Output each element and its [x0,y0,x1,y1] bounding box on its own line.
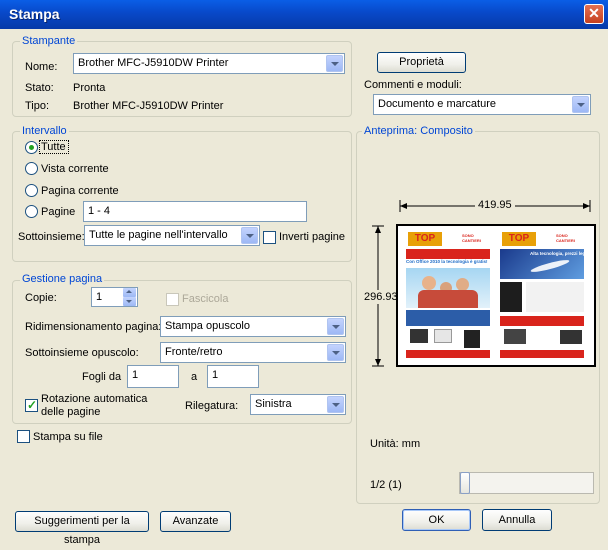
sheets-from-input[interactable]: 1 [127,365,179,388]
product-tower [500,282,522,312]
sheets-to-label: a [191,371,198,383]
page-slider[interactable] [459,472,594,494]
preview-right-page: TOP SONO CANTIERI Alta tecnologia, prezz… [498,230,586,360]
range-group-label: Intervallo [20,125,69,137]
radio-current-view-label[interactable]: Vista corrente [41,163,109,175]
window-title: Stampa [9,6,60,22]
printer-name-label: Nome: [25,61,58,73]
spec-text [526,282,584,312]
product-monitor [504,329,526,344]
subset-value: Tutte le pagine nell'intervallo [89,229,228,241]
sheets-to-value: 1 [212,369,219,381]
sheets-from-value: 1 [132,369,139,381]
reverse-pages-checkbox[interactable] [263,231,276,244]
top-logo: TOP [502,232,536,246]
chevron-down-icon[interactable] [572,96,589,113]
booklet-subset-select[interactable]: Fronte/retro [160,342,346,363]
reverse-pages-label[interactable]: Inverti pagine [279,231,345,243]
pages-input[interactable]: 1 - 4 [83,201,307,222]
copies-value: 1 [96,291,103,303]
radio-pages[interactable] [25,205,38,218]
close-icon[interactable]: ✕ [584,4,604,24]
printer-type-label: Tipo: [25,100,50,112]
comments-label: Commenti e moduli: [364,79,462,91]
print-tips-button[interactable]: Suggerimenti per la stampa [15,511,149,546]
footer-band [406,350,490,358]
radio-current-page[interactable] [25,184,38,197]
preview-group-label: Anteprima: Composito [362,125,475,137]
chevron-down-icon[interactable] [326,55,343,72]
binding-label: Rilegatura: [185,400,239,412]
pages-input-value: 1 - 4 [88,205,111,217]
product-laptop [410,329,428,343]
ok-button[interactable]: OK [402,509,471,531]
chevron-down-icon[interactable] [241,227,258,244]
product-laptop [560,330,582,344]
comments-select[interactable]: Documento e marcature [373,94,591,115]
family-photo [406,268,490,308]
units-label: Unità: mm [370,438,421,450]
binding-value: Sinistra [255,398,292,410]
booklet-subset-label: Sottoinsieme opuscolo: [25,347,139,359]
copies-label: Copie: [25,292,57,304]
printer-status-label: Stato: [25,82,54,94]
comments-value: Documento e marcature [378,98,496,110]
focus-rect [39,140,69,154]
page-indicator: 1/2 (1) [370,479,402,491]
preview-sheet: TOP SONO CANTIERI Con Office 2010 la tec… [396,224,596,367]
auto-rotate-checkbox[interactable] [25,398,38,412]
scaling-select[interactable]: Stampa opuscolo [160,316,346,337]
title-bar [0,0,608,29]
spin-up-icon[interactable] [123,288,136,297]
chevron-down-icon[interactable] [327,344,344,361]
page-slider-thumb[interactable] [460,472,470,494]
subset-label: Sottoinsieme: [18,231,85,243]
chevron-down-icon[interactable] [327,396,344,413]
promo-band [406,310,490,326]
binding-select[interactable]: Sinistra [250,394,346,415]
chevron-down-icon[interactable] [327,318,344,335]
promo-badge: SONO CANTIERI [556,233,575,243]
sheets-to-input[interactable]: 1 [207,365,259,388]
radio-current-view[interactable] [25,162,38,175]
radio-all[interactable] [25,141,38,154]
scaling-label: Ridimensionamento pagina: [25,321,162,333]
preview-width-dim: 419.95 [475,199,515,211]
page-handling-group-label: Gestione pagina [20,273,105,285]
cancel-button[interactable]: Annulla [482,509,552,531]
collate-label: Fascicola [182,293,229,305]
printer-name-select[interactable]: Brother MFC-J5910DW Printer [73,53,345,74]
radio-current-page-label[interactable]: Pagina corrente [41,185,119,197]
advanced-button[interactable]: Avanzate [160,511,231,532]
preview-left-page: TOP SONO CANTIERI Con Office 2010 la tec… [404,230,492,360]
preview-height-dim: 296.93 [364,290,398,304]
copies-stepper[interactable]: 1 [91,287,138,307]
print-to-file-label[interactable]: Stampa su file [33,431,103,443]
collate-checkbox[interactable] [166,293,179,306]
booklet-subset-value: Fronte/retro [165,346,223,358]
scaling-value: Stampa opuscolo [165,320,250,332]
header-text: Con Office 2010 la tecnologia è gratis! [406,259,488,264]
auto-rotate-label-line1[interactable]: Rotazione automatica [41,393,147,405]
header-band [406,249,490,259]
promo-band [500,316,584,326]
sheets-from-label: Fogli da [82,371,122,383]
properties-button[interactable]: Proprietà [377,52,466,73]
product-box [434,329,452,343]
spin-down-icon[interactable] [123,297,136,306]
product-tower [464,330,480,348]
top-logo: TOP [408,232,442,246]
promo-badge: SONO CANTIERI [462,233,481,243]
feather-banner: Alta tecnologia, prezzi leggeri [500,249,584,279]
radio-pages-label[interactable]: Pagine [41,206,75,218]
header-text: Alta tecnologia, prezzi leggeri [530,251,584,256]
printer-name-value: Brother MFC-J5910DW Printer [78,57,229,69]
footer-band [500,350,584,358]
subset-select[interactable]: Tutte le pagine nell'intervallo [84,225,260,246]
printer-group-label: Stampante [20,35,78,47]
printer-status-value: Pronta [73,82,106,94]
printer-type-value: Brother MFC-J5910DW Printer [73,100,224,112]
auto-rotate-label-line2[interactable]: delle pagine [41,406,100,418]
print-to-file-checkbox[interactable] [17,430,30,443]
